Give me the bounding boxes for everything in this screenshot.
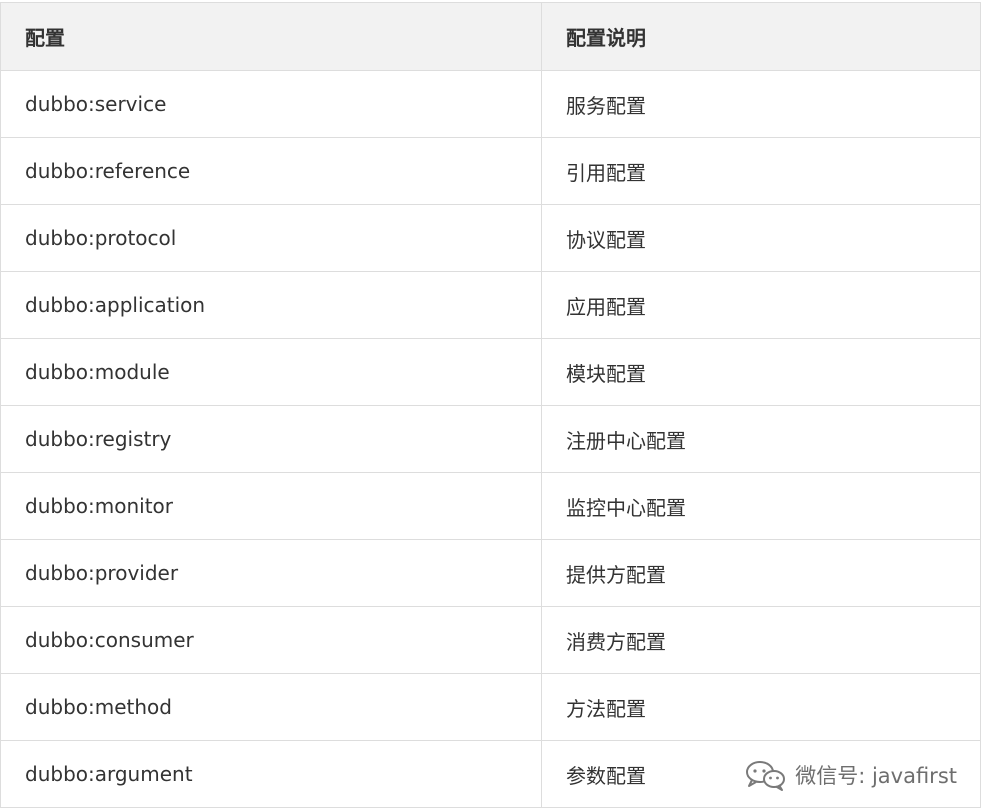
table-row: dubbo:reference 引用配置: [0, 137, 981, 205]
config-key: dubbo:registry: [0, 405, 542, 473]
config-key: dubbo:provider: [0, 539, 542, 607]
config-table: 配置 配置说明 dubbo:service 服务配置 dubbo:referen…: [0, 2, 981, 808]
config-key: dubbo:argument: [0, 740, 542, 808]
header-config: 配置: [0, 2, 542, 71]
table-row: dubbo:registry 注册中心配置: [0, 405, 981, 473]
wechat-icon: [743, 758, 789, 792]
table-row: dubbo:consumer 消费方配置: [0, 606, 981, 674]
watermark-text: 微信号: javafirst: [795, 764, 957, 788]
config-key: dubbo:protocol: [0, 204, 542, 272]
table-row: dubbo:method 方法配置: [0, 673, 981, 741]
table-row: dubbo:service 服务配置: [0, 70, 981, 138]
config-description: 应用配置: [541, 271, 981, 339]
config-key: dubbo:monitor: [0, 472, 542, 540]
table-row: dubbo:module 模块配置: [0, 338, 981, 406]
table-row: dubbo:application 应用配置: [0, 271, 981, 339]
config-description: 模块配置: [541, 338, 981, 406]
config-key: dubbo:service: [0, 70, 542, 138]
table-row: dubbo:provider 提供方配置: [0, 539, 981, 607]
table-row: dubbo:protocol 协议配置: [0, 204, 981, 272]
config-key: dubbo:reference: [0, 137, 542, 205]
config-description: 引用配置: [541, 137, 981, 205]
wechat-watermark: 微信号: javafirst: [743, 758, 957, 792]
config-description: 服务配置: [541, 70, 981, 138]
config-key: dubbo:method: [0, 673, 542, 741]
config-description: 注册中心配置: [541, 405, 981, 473]
config-description: 监控中心配置: [541, 472, 981, 540]
config-key: dubbo:application: [0, 271, 542, 339]
config-description: 消费方配置: [541, 606, 981, 674]
header-description: 配置说明: [541, 2, 981, 71]
config-description: 协议配置: [541, 204, 981, 272]
config-key: dubbo:module: [0, 338, 542, 406]
config-key: dubbo:consumer: [0, 606, 542, 674]
config-description: 方法配置: [541, 673, 981, 741]
table-header-row: 配置 配置说明: [0, 2, 981, 71]
table-row: dubbo:monitor 监控中心配置: [0, 472, 981, 540]
config-description: 提供方配置: [541, 539, 981, 607]
